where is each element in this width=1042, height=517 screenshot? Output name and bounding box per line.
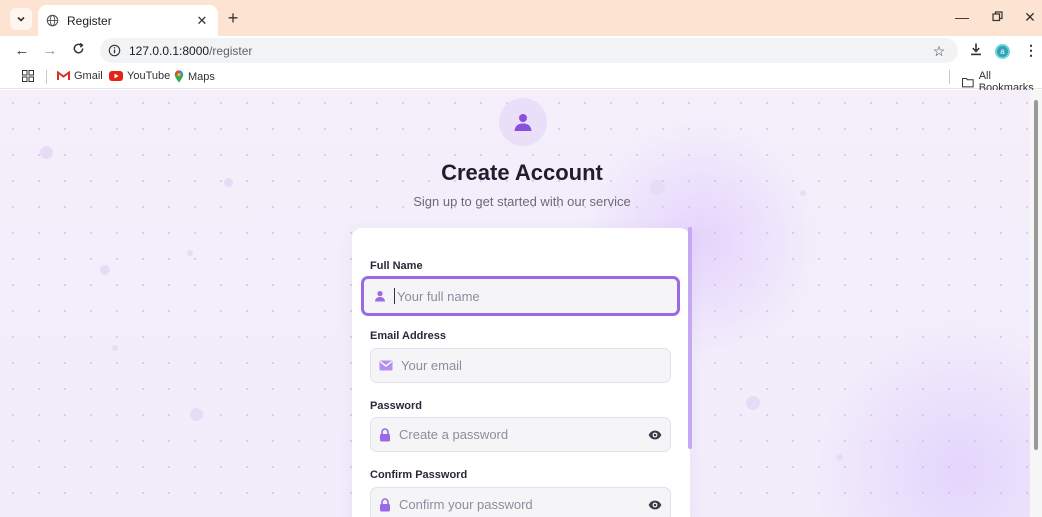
chevron-down-icon	[17, 16, 25, 22]
restore-icon	[991, 11, 1003, 22]
email-label: Email Address	[370, 330, 447, 342]
maps-icon	[174, 70, 184, 83]
confirm-password-label: Confirm Password	[370, 469, 468, 481]
profile-avatar[interactable]: a	[995, 44, 1010, 59]
tab-close-icon[interactable]: ✕	[194, 13, 210, 29]
forward-button[interactable]: →	[41, 42, 59, 60]
user-icon	[514, 114, 532, 131]
account-logo	[499, 98, 547, 146]
apps-grid-icon[interactable]	[22, 70, 34, 82]
email-field[interactable]	[370, 348, 671, 383]
decorative-bubble	[40, 146, 53, 159]
bookmark-maps[interactable]: Maps	[174, 70, 215, 83]
password-field[interactable]	[370, 417, 671, 452]
reload-button[interactable]	[69, 42, 87, 60]
new-tab-button[interactable]: +	[224, 9, 242, 27]
folder-icon	[962, 77, 974, 87]
bookmark-separator	[46, 70, 47, 84]
url-host: 127.0.0.1:8000	[129, 43, 210, 58]
page-scrollbar[interactable]	[1030, 90, 1042, 517]
back-button[interactable]: ←	[13, 42, 31, 60]
lock-icon	[380, 497, 390, 511]
bookmark-label: YouTube	[127, 70, 171, 82]
url-text: 127.0.0.1:8000/register	[129, 44, 252, 58]
minimize-button[interactable]: —	[952, 9, 972, 25]
eye-icon	[648, 500, 662, 509]
browser-toolbar: ← → 127.0.0.1:8000/register ☆ a ⋮	[0, 36, 1042, 65]
bookmark-label: Gmail	[74, 70, 103, 82]
youtube-icon	[109, 71, 123, 81]
text-caret	[394, 288, 395, 304]
reload-icon	[73, 42, 84, 54]
lock-icon	[380, 427, 390, 441]
bookmark-youtube[interactable]: YouTube	[109, 70, 170, 82]
show-confirm-password-toggle[interactable]	[640, 500, 670, 510]
bookmark-separator	[949, 70, 950, 84]
site-info-icon[interactable]	[108, 44, 121, 57]
tab-search-button[interactable]	[10, 8, 32, 30]
confirm-password-field[interactable]	[370, 487, 671, 517]
decorative-bubble	[746, 396, 760, 410]
decorative-bubble	[190, 408, 203, 421]
address-bar[interactable]: 127.0.0.1:8000/register	[100, 38, 958, 63]
more-menu-icon[interactable]: ⋮	[1024, 42, 1038, 59]
user-icon	[375, 291, 385, 302]
tab-register[interactable]: Register ✕	[38, 5, 218, 36]
bookmark-star-icon[interactable]: ☆	[930, 42, 948, 60]
decorative-bubble	[187, 250, 193, 256]
download-button[interactable]	[967, 42, 985, 60]
page-subtitle: Sign up to get started with our service	[413, 194, 631, 209]
scrollbar-thumb[interactable]	[1034, 100, 1038, 450]
email-input[interactable]	[401, 349, 670, 382]
password-label: Password	[370, 400, 422, 412]
eye-icon	[648, 430, 662, 439]
password-input[interactable]	[399, 418, 640, 451]
tab-title: Register	[67, 13, 112, 28]
full-name-field[interactable]	[361, 276, 680, 316]
close-window-button[interactable]: ✕	[1020, 9, 1040, 26]
download-icon	[971, 43, 981, 56]
url-path: /register	[209, 43, 253, 58]
envelope-icon	[379, 360, 393, 371]
full-name-input[interactable]	[397, 279, 677, 313]
gmail-icon	[57, 71, 70, 80]
page-title: Create Account	[441, 160, 603, 185]
bookmark-label: Maps	[188, 70, 215, 83]
globe-icon	[46, 14, 59, 27]
register-page: Create Account Sign up to get started wi…	[0, 90, 1042, 517]
decorative-bubble	[100, 265, 110, 275]
restore-button[interactable]	[987, 9, 1007, 25]
bookmarks-bar: Gmail YouTube Maps All Bookmarks	[0, 65, 1042, 94]
bookmark-gmail[interactable]: Gmail	[57, 70, 103, 82]
card-accent-bar	[688, 227, 692, 449]
decorative-bubble	[224, 178, 233, 187]
full-name-label: Full Name	[370, 260, 423, 272]
profile-initial: a	[1000, 47, 1005, 56]
decorative-bubble	[800, 190, 806, 196]
decorative-bubble	[112, 345, 118, 351]
show-password-toggle[interactable]	[640, 430, 670, 440]
confirm-password-input[interactable]	[399, 488, 640, 517]
tab-strip: Register ✕ + — ✕	[0, 0, 1042, 36]
decorative-bubble	[836, 454, 843, 461]
